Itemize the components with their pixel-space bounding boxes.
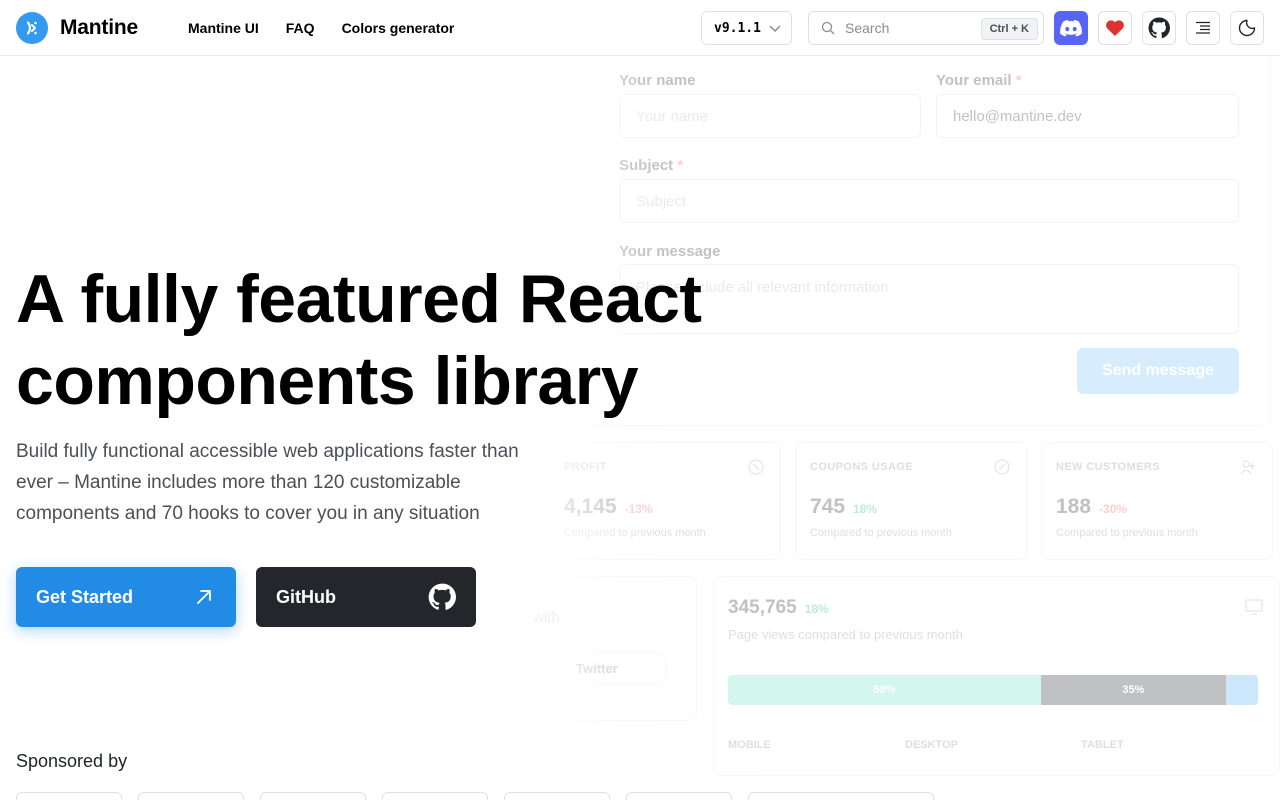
github-button[interactable]: GitHub <box>256 567 476 627</box>
discord-icon <box>1060 19 1082 36</box>
page-views-value-row: 345,765 18% <box>728 597 1265 619</box>
search-shortcut: Ctrl + K <box>980 18 1038 40</box>
sponsor-logo-6[interactable] <box>626 792 732 800</box>
main-nav: Mantine UI FAQ Colors generator <box>188 20 454 36</box>
sponsored-by-label: Sponsored by <box>16 751 128 771</box>
search-label: Search <box>845 20 890 36</box>
sponsor-logo-5[interactable] <box>504 792 610 800</box>
sponsor-logo-1[interactable] <box>16 792 122 800</box>
subject-label: Subject * <box>619 157 684 174</box>
sponsor-logo-3[interactable] <box>260 792 366 800</box>
stat-value: 188 <box>1056 495 1092 518</box>
social-card: with Twitter <box>500 576 697 721</box>
progress-segment-tablet <box>1226 675 1258 705</box>
progress-segment-desktop: 35% <box>1040 675 1227 705</box>
sponsor-logo-4[interactable] <box>382 792 488 800</box>
stat-diff: 18% <box>853 502 878 516</box>
page-views-diff: 18% <box>804 602 829 616</box>
stat-value-row: 188 -30% <box>1056 495 1258 519</box>
nav-link-colors-generator[interactable]: Colors generator <box>342 20 455 36</box>
sponsor-logo-7[interactable] <box>748 792 934 800</box>
hero-title-line-1: A fully featured React <box>16 261 702 337</box>
segment-label-tablet: TABLET <box>1081 739 1124 751</box>
page-views-progress: 59% 35% <box>728 675 1258 705</box>
hero-description: Build fully functional accessible web ap… <box>16 441 519 524</box>
stat-value: 745 <box>810 495 846 518</box>
name-label: Your name <box>619 72 696 89</box>
stat-diff: -13% <box>624 502 653 516</box>
mantine-logo-icon <box>16 12 48 44</box>
version-value: v9.1.1 <box>714 20 761 36</box>
page-views-value: 345,765 <box>728 597 797 618</box>
social-text: with <box>533 609 560 626</box>
nav-link-mantine-ui[interactable]: Mantine UI <box>188 20 259 36</box>
logo-text: Mantine <box>60 16 138 39</box>
color-scheme-toggle[interactable] <box>1230 11 1264 45</box>
hero-title: A fully featured React components librar… <box>16 258 776 422</box>
demo-preview: Your name Your name Your email * hello@m… <box>500 56 1280 800</box>
table-of-contents-button[interactable] <box>1186 11 1220 45</box>
chevron-down-icon <box>769 25 781 33</box>
stat-value: 4,145 <box>564 495 617 518</box>
github-icon <box>428 583 456 610</box>
hero-title-line-2: components library <box>16 343 639 419</box>
stat-subtitle: Compared to previous month <box>564 527 706 539</box>
get-started-button[interactable]: Get Started <box>16 567 236 627</box>
stat-title: PROFIT <box>564 461 607 473</box>
name-input: Your name <box>619 94 921 138</box>
segment-label-mobile: MOBILE <box>728 739 771 751</box>
search-button[interactable]: Search Ctrl + K <box>808 11 1044 45</box>
progress-segment-mobile: 59% <box>728 675 1041 705</box>
stat-value-row: 745 18% <box>810 495 1012 519</box>
sponsor-button[interactable] <box>1098 11 1132 45</box>
stat-title: NEW CUSTOMERS <box>1056 461 1161 473</box>
heart-icon <box>1106 20 1124 36</box>
send-message-button: Send message <box>1077 348 1239 394</box>
segment-label-desktop: DESKTOP <box>905 739 958 751</box>
sponsor-logo-2[interactable] <box>138 792 244 800</box>
stat-subtitle: Compared to previous month <box>1056 527 1198 539</box>
device-analytics-icon <box>1245 599 1263 615</box>
search-icon <box>821 21 835 35</box>
page-views-subtitle: Page views compared to previous month <box>728 627 963 642</box>
discord-button[interactable] <box>1054 11 1088 45</box>
receipt-icon <box>748 459 764 475</box>
twitter-button: Twitter <box>533 651 667 685</box>
subject-input: Subject <box>619 179 1239 223</box>
logo[interactable]: Mantine <box>16 12 138 44</box>
table-of-contents-icon <box>1196 21 1210 34</box>
discount-icon <box>994 459 1010 475</box>
email-label: Your email * <box>936 72 1022 89</box>
github-icon <box>1148 17 1170 39</box>
nav-link-faq[interactable]: FAQ <box>286 20 315 36</box>
github-button-label: GitHub <box>276 586 336 607</box>
stat-subtitle: Compared to previous month <box>810 527 952 539</box>
email-input: hello@mantine.dev <box>936 94 1239 138</box>
arrow-up-right-icon <box>197 590 211 604</box>
version-select[interactable]: v9.1.1 <box>701 11 792 45</box>
stat-card-profit: PROFIT 4,145 -13% Compared to previous m… <box>549 442 781 560</box>
stat-card-coupons: COUPONS USAGE 745 18% Compared to previo… <box>795 442 1027 560</box>
user-plus-icon <box>1240 460 1255 475</box>
demo-fade-overlay <box>500 56 660 800</box>
moon-icon <box>1238 19 1256 37</box>
stat-card-new-customers: NEW CUSTOMERS 188 -30% Compared to previ… <box>1041 442 1273 560</box>
page-views-card: 345,765 18% Page views compared to previ… <box>713 576 1280 776</box>
stat-value-row: 4,145 -13% <box>564 495 766 519</box>
github-header-button[interactable] <box>1142 11 1176 45</box>
stat-title: COUPONS USAGE <box>810 461 913 473</box>
stat-diff: -30% <box>1099 502 1128 516</box>
site-header: Mantine Mantine UI FAQ Colors generator … <box>0 0 1280 56</box>
get-started-label: Get Started <box>36 586 134 607</box>
